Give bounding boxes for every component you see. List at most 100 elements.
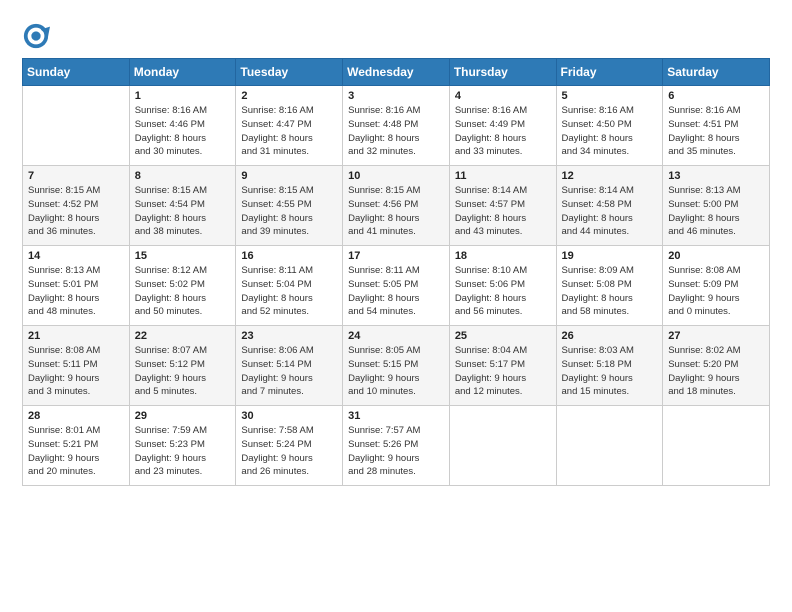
day-number: 2 xyxy=(241,90,337,102)
day-number: 10 xyxy=(348,170,444,182)
calendar-body: 1 Sunrise: 8:16 AM Sunset: 4:46 PM Daylig… xyxy=(23,86,770,486)
calendar-cell: 31 Sunrise: 7:57 AM Sunset: 5:26 PM Dayli… xyxy=(343,406,450,486)
day-number: 8 xyxy=(135,170,231,182)
day-number: 26 xyxy=(562,330,658,342)
calendar-cell: 19 Sunrise: 8:09 AM Sunset: 5:08 PM Dayli… xyxy=(556,246,663,326)
day-info: Sunrise: 7:59 AM Sunset: 5:23 PM Dayligh… xyxy=(135,424,231,479)
day-number: 3 xyxy=(348,90,444,102)
calendar-cell: 13 Sunrise: 8:13 AM Sunset: 5:00 PM Dayli… xyxy=(663,166,770,246)
calendar-cell: 27 Sunrise: 8:02 AM Sunset: 5:20 PM Dayli… xyxy=(663,326,770,406)
header-day-monday: Monday xyxy=(129,59,236,86)
calendar-cell: 7 Sunrise: 8:15 AM Sunset: 4:52 PM Daylig… xyxy=(23,166,130,246)
calendar-header-row: SundayMondayTuesdayWednesdayThursdayFrid… xyxy=(23,59,770,86)
day-info: Sunrise: 8:10 AM Sunset: 5:06 PM Dayligh… xyxy=(455,264,551,319)
calendar-cell xyxy=(556,406,663,486)
logo-icon xyxy=(22,22,50,50)
calendar-cell xyxy=(23,86,130,166)
week-row-1: 7 Sunrise: 8:15 AM Sunset: 4:52 PM Daylig… xyxy=(23,166,770,246)
day-info: Sunrise: 8:02 AM Sunset: 5:20 PM Dayligh… xyxy=(668,344,764,399)
day-number: 12 xyxy=(562,170,658,182)
header-day-wednesday: Wednesday xyxy=(343,59,450,86)
calendar-cell: 21Sunrise: 8:08 AM Sunset: 5:11 PM Dayli… xyxy=(23,326,130,406)
calendar-cell: 4 Sunrise: 8:16 AM Sunset: 4:49 PM Daylig… xyxy=(449,86,556,166)
calendar-cell: 23 Sunrise: 8:06 AM Sunset: 5:14 PM Dayli… xyxy=(236,326,343,406)
day-number: 22 xyxy=(135,330,231,342)
day-info: Sunrise: 8:15 AM Sunset: 4:55 PM Dayligh… xyxy=(241,184,337,239)
week-row-0: 1 Sunrise: 8:16 AM Sunset: 4:46 PM Daylig… xyxy=(23,86,770,166)
day-number: 9 xyxy=(241,170,337,182)
day-info: Sunrise: 8:13 AM Sunset: 5:01 PM Dayligh… xyxy=(28,264,124,319)
day-info: Sunrise: 8:04 AM Sunset: 5:17 PM Dayligh… xyxy=(455,344,551,399)
calendar-cell: 1 Sunrise: 8:16 AM Sunset: 4:46 PM Daylig… xyxy=(129,86,236,166)
day-number: 4 xyxy=(455,90,551,102)
calendar-cell xyxy=(449,406,556,486)
calendar-cell: 20Sunrise: 8:08 AM Sunset: 5:09 PM Dayli… xyxy=(663,246,770,326)
day-info: Sunrise: 7:57 AM Sunset: 5:26 PM Dayligh… xyxy=(348,424,444,479)
day-number: 1 xyxy=(135,90,231,102)
header-day-friday: Friday xyxy=(556,59,663,86)
day-info: Sunrise: 8:05 AM Sunset: 5:15 PM Dayligh… xyxy=(348,344,444,399)
day-number: 6 xyxy=(668,90,764,102)
day-number: 23 xyxy=(241,330,337,342)
day-number: 19 xyxy=(562,250,658,262)
day-number: 7 xyxy=(28,170,124,182)
day-info: Sunrise: 8:16 AM Sunset: 4:50 PM Dayligh… xyxy=(562,104,658,159)
calendar-cell: 17 Sunrise: 8:11 AM Sunset: 5:05 PM Dayli… xyxy=(343,246,450,326)
day-number: 21 xyxy=(28,330,124,342)
day-number: 24 xyxy=(348,330,444,342)
day-number: 27 xyxy=(668,330,764,342)
day-number: 5 xyxy=(562,90,658,102)
day-info: Sunrise: 8:08 AM Sunset: 5:09 PM Dayligh… xyxy=(668,264,764,319)
calendar-cell: 29 Sunrise: 7:59 AM Sunset: 5:23 PM Dayli… xyxy=(129,406,236,486)
calendar-cell: 16Sunrise: 8:11 AM Sunset: 5:04 PM Dayli… xyxy=(236,246,343,326)
day-info: Sunrise: 8:16 AM Sunset: 4:46 PM Dayligh… xyxy=(135,104,231,159)
calendar-cell: 22 Sunrise: 8:07 AM Sunset: 5:12 PM Dayli… xyxy=(129,326,236,406)
logo xyxy=(22,22,54,50)
calendar-cell: 28 Sunrise: 8:01 AM Sunset: 5:21 PM Dayli… xyxy=(23,406,130,486)
calendar-cell: 14 Sunrise: 8:13 AM Sunset: 5:01 PM Dayli… xyxy=(23,246,130,326)
day-info: Sunrise: 8:06 AM Sunset: 5:14 PM Dayligh… xyxy=(241,344,337,399)
calendar-cell: 2 Sunrise: 8:16 AM Sunset: 4:47 PM Daylig… xyxy=(236,86,343,166)
day-info: Sunrise: 8:15 AM Sunset: 4:54 PM Dayligh… xyxy=(135,184,231,239)
day-info: Sunrise: 8:09 AM Sunset: 5:08 PM Dayligh… xyxy=(562,264,658,319)
day-info: Sunrise: 8:15 AM Sunset: 4:56 PM Dayligh… xyxy=(348,184,444,239)
calendar-cell: 30 Sunrise: 7:58 AM Sunset: 5:24 PM Dayli… xyxy=(236,406,343,486)
day-number: 15 xyxy=(135,250,231,262)
calendar-cell: 3Sunrise: 8:16 AM Sunset: 4:48 PM Daylig… xyxy=(343,86,450,166)
day-number: 17 xyxy=(348,250,444,262)
calendar-cell: 6Sunrise: 8:16 AM Sunset: 4:51 PM Daylig… xyxy=(663,86,770,166)
calendar-table: SundayMondayTuesdayWednesdayThursdayFrid… xyxy=(22,58,770,486)
day-info: Sunrise: 8:01 AM Sunset: 5:21 PM Dayligh… xyxy=(28,424,124,479)
calendar-page: SundayMondayTuesdayWednesdayThursdayFrid… xyxy=(0,0,792,612)
calendar-cell: 9 Sunrise: 8:15 AM Sunset: 4:55 PM Daylig… xyxy=(236,166,343,246)
day-number: 31 xyxy=(348,410,444,422)
header-day-tuesday: Tuesday xyxy=(236,59,343,86)
day-number: 30 xyxy=(241,410,337,422)
day-number: 28 xyxy=(28,410,124,422)
day-number: 25 xyxy=(455,330,551,342)
day-info: Sunrise: 7:58 AM Sunset: 5:24 PM Dayligh… xyxy=(241,424,337,479)
calendar-cell: 5 Sunrise: 8:16 AM Sunset: 4:50 PM Daylig… xyxy=(556,86,663,166)
day-info: Sunrise: 8:12 AM Sunset: 5:02 PM Dayligh… xyxy=(135,264,231,319)
header-day-sunday: Sunday xyxy=(23,59,130,86)
day-number: 14 xyxy=(28,250,124,262)
day-info: Sunrise: 8:16 AM Sunset: 4:47 PM Dayligh… xyxy=(241,104,337,159)
day-number: 13 xyxy=(668,170,764,182)
calendar-cell: 24 Sunrise: 8:05 AM Sunset: 5:15 PM Dayli… xyxy=(343,326,450,406)
day-info: Sunrise: 8:07 AM Sunset: 5:12 PM Dayligh… xyxy=(135,344,231,399)
header-day-saturday: Saturday xyxy=(663,59,770,86)
day-info: Sunrise: 8:11 AM Sunset: 5:05 PM Dayligh… xyxy=(348,264,444,319)
day-info: Sunrise: 8:13 AM Sunset: 5:00 PM Dayligh… xyxy=(668,184,764,239)
day-number: 16 xyxy=(241,250,337,262)
header xyxy=(22,18,770,50)
day-info: Sunrise: 8:15 AM Sunset: 4:52 PM Dayligh… xyxy=(28,184,124,239)
week-row-3: 21Sunrise: 8:08 AM Sunset: 5:11 PM Dayli… xyxy=(23,326,770,406)
day-number: 29 xyxy=(135,410,231,422)
calendar-cell xyxy=(663,406,770,486)
calendar-cell: 10 Sunrise: 8:15 AM Sunset: 4:56 PM Dayli… xyxy=(343,166,450,246)
calendar-cell: 18Sunrise: 8:10 AM Sunset: 5:06 PM Dayli… xyxy=(449,246,556,326)
calendar-cell: 11Sunrise: 8:14 AM Sunset: 4:57 PM Dayli… xyxy=(449,166,556,246)
calendar-cell: 8 Sunrise: 8:15 AM Sunset: 4:54 PM Daylig… xyxy=(129,166,236,246)
day-info: Sunrise: 8:16 AM Sunset: 4:49 PM Dayligh… xyxy=(455,104,551,159)
header-day-thursday: Thursday xyxy=(449,59,556,86)
